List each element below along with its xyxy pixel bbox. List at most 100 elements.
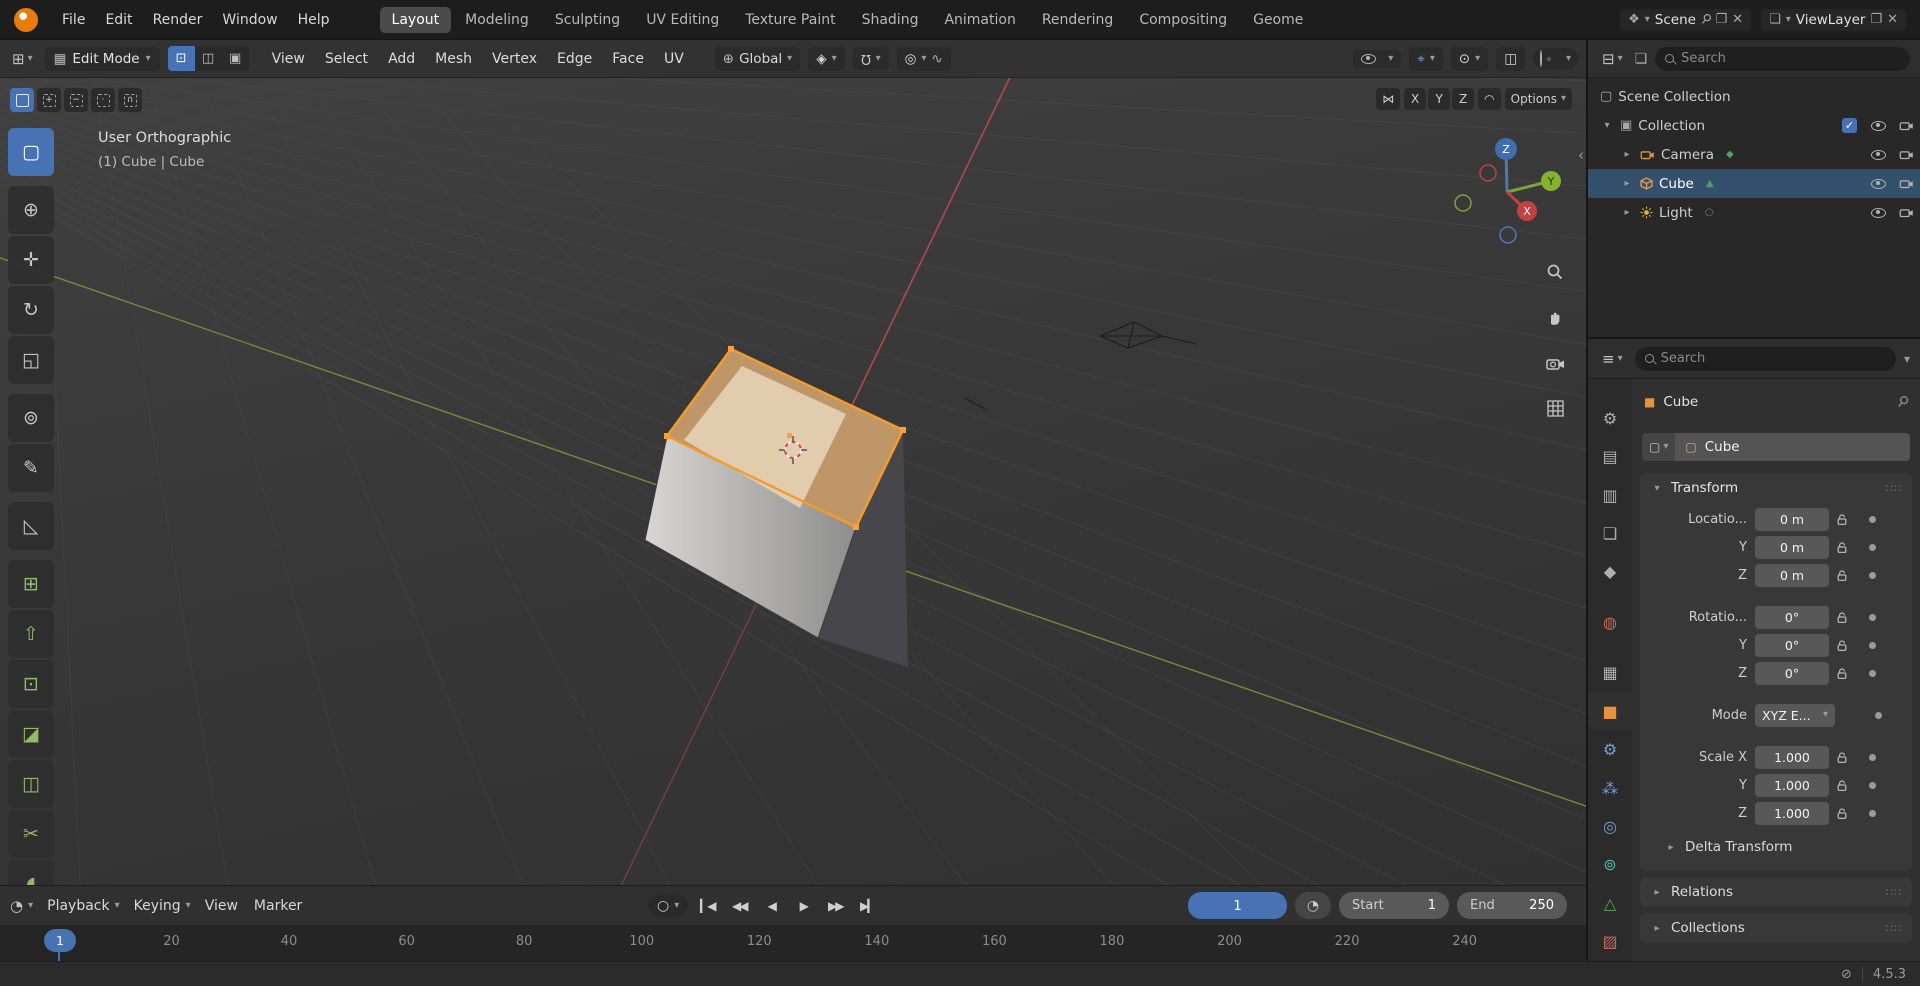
- camera-view-button[interactable]: [1538, 346, 1572, 380]
- options-dropdown[interactable]: Options ▾: [1504, 88, 1572, 110]
- animate-dot[interactable]: [1869, 571, 1876, 579]
- animate-dot[interactable]: [1869, 781, 1876, 789]
- viewport-3d-scene[interactable]: Z Y X: [0, 78, 1586, 885]
- collection-checkbox[interactable]: ✓: [1842, 118, 1857, 133]
- workspace-tab[interactable]: Modeling: [453, 7, 541, 33]
- workspace-tab[interactable]: Shading: [850, 7, 931, 33]
- blender-logo-icon[interactable]: [14, 7, 38, 32]
- pin-icon[interactable]: [1894, 393, 1911, 411]
- disable-render-camera-icon[interactable]: [1899, 207, 1914, 218]
- expand-arrow-icon[interactable]: ▸: [1620, 207, 1634, 218]
- workspace-tab[interactable]: Geome: [1241, 7, 1315, 33]
- viewport-menu-item[interactable]: Face: [603, 47, 653, 71]
- tab-render[interactable]: ▤: [1588, 437, 1632, 475]
- workspace-tab[interactable]: Rendering: [1030, 7, 1126, 33]
- snap-dropdown[interactable]: Ω ▾: [852, 47, 889, 70]
- rotation-mode-dropdown[interactable]: XYZ E... ▾: [1755, 703, 1835, 727]
- drag-handle-icon[interactable]: ∷∷: [1886, 886, 1902, 899]
- viewport-menu-item[interactable]: Add: [379, 47, 424, 71]
- transform-panel-header[interactable]: ▾ Transform ∷∷: [1640, 473, 1912, 503]
- timeline-menu-item[interactable]: Marker: [254, 898, 302, 914]
- jump-to-start-button[interactable]: ▎◀: [694, 894, 720, 918]
- tab-tool[interactable]: ⚙: [1588, 399, 1632, 437]
- outliner-row-light[interactable]: ▸ Light ○: [1588, 198, 1920, 227]
- lock-icon[interactable]: [1829, 541, 1855, 554]
- select-mode-intersect-button[interactable]: ∩: [118, 88, 142, 112]
- outliner-row-collection[interactable]: ▾ ▣ Collection ✓: [1588, 111, 1920, 140]
- delete-scene-icon[interactable]: ✕: [1732, 13, 1743, 26]
- play-reverse-button[interactable]: ◀: [758, 894, 784, 918]
- transform-tool[interactable]: ⊚: [8, 394, 54, 442]
- workspace-tab[interactable]: Sculpting: [543, 7, 632, 33]
- tab-modifiers[interactable]: ⚙: [1588, 730, 1632, 768]
- hide-eye-icon[interactable]: [1871, 207, 1886, 218]
- transform-value-field[interactable]: 0 m: [1755, 563, 1829, 587]
- viewport-menu-item[interactable]: Select: [316, 47, 377, 71]
- bevel-tool[interactable]: ◪: [8, 710, 54, 758]
- navigation-gizmo[interactable]: Z Y X: [1454, 138, 1561, 244]
- empty-object[interactable]: [964, 397, 986, 410]
- lock-icon[interactable]: [1829, 807, 1855, 820]
- extrude-region-tool[interactable]: ⇧: [8, 610, 54, 658]
- auto-keying-toggle[interactable]: ○ ▾: [648, 894, 689, 917]
- select-mode-invert-button[interactable]: ·: [91, 88, 115, 112]
- plane-object[interactable]: [1098, 321, 1197, 349]
- sidebar-toggle-arrow[interactable]: ‹: [1578, 146, 1584, 164]
- outliner-row-scene-collection[interactable]: ▢ Scene Collection: [1588, 82, 1920, 111]
- tab-view-layer[interactable]: ❏: [1588, 514, 1632, 552]
- gizmo-z-negative[interactable]: [1499, 226, 1517, 244]
- annotate-tool[interactable]: ✎: [8, 444, 54, 492]
- lock-icon[interactable]: [1829, 751, 1855, 764]
- browse-object-button[interactable]: ▢ ▾: [1642, 433, 1676, 461]
- workspace-tab[interactable]: UV Editing: [634, 7, 731, 33]
- expand-arrow-icon[interactable]: ▾: [1600, 120, 1614, 131]
- hide-eye-icon[interactable]: [1871, 120, 1886, 131]
- copy-scene-icon[interactable]: ❐: [1716, 13, 1728, 26]
- select-mode-extend-button[interactable]: +: [37, 88, 61, 112]
- transform-value-field[interactable]: 0 m: [1755, 507, 1829, 531]
- tab-collection[interactable]: ▦: [1588, 654, 1632, 692]
- proportional-edit-dropdown[interactable]: ◎ ▾ ∿: [896, 46, 951, 71]
- tab-scene[interactable]: ◆: [1588, 553, 1632, 591]
- play-button[interactable]: ▶: [790, 894, 816, 918]
- toggle-grid-button[interactable]: [1538, 391, 1572, 425]
- timeline-ruler[interactable]: 1 20 40 60 80 100 120 140 160 180 200 220 240: [0, 925, 1586, 961]
- properties-editor-type-button[interactable]: ≡ ▾: [1598, 348, 1627, 370]
- gizmo-y-negative[interactable]: [1454, 194, 1472, 212]
- tab-output[interactable]: ▥: [1588, 476, 1632, 514]
- tab-physics[interactable]: ◎: [1588, 807, 1632, 845]
- disable-render-camera-icon[interactable]: [1899, 120, 1914, 131]
- tab-data[interactable]: △: [1588, 884, 1632, 922]
- pan-hand-button[interactable]: [1538, 301, 1572, 335]
- transform-orientation-dropdown[interactable]: ⊕ Global ▾: [714, 46, 801, 71]
- animate-dot[interactable]: [1869, 641, 1876, 649]
- poly-build-tool[interactable]: ◖: [8, 860, 54, 885]
- topbar-menu-item[interactable]: Window: [212, 8, 287, 32]
- animate-dot[interactable]: [1869, 543, 1876, 551]
- current-frame-field[interactable]: 1: [1188, 892, 1287, 920]
- measure-tool[interactable]: ◺: [8, 502, 54, 550]
- tab-texture[interactable]: ▨: [1588, 922, 1632, 960]
- xray-toggle[interactable]: ◫: [1496, 46, 1525, 71]
- animate-dot[interactable]: [1869, 515, 1876, 523]
- playhead[interactable]: 1: [44, 929, 76, 953]
- expand-arrow-icon[interactable]: ▸: [1620, 178, 1634, 189]
- delta-transform-subpanel[interactable]: ▸ Delta Transform: [1640, 833, 1912, 861]
- animate-dot[interactable]: [1869, 809, 1876, 817]
- workspace-tab[interactable]: Animation: [932, 7, 1027, 33]
- scene-selector[interactable]: ❖ ▾ Scene ⚲ ❐ ✕: [1620, 8, 1752, 31]
- topbar-menu-item[interactable]: File: [52, 8, 95, 32]
- outliner-filter-icon[interactable]: ❏: [1635, 52, 1648, 66]
- lock-icon[interactable]: [1829, 569, 1855, 582]
- copy-viewlayer-icon[interactable]: ❐: [1870, 13, 1882, 26]
- tab-object[interactable]: ■: [1588, 691, 1632, 731]
- frame-start-field[interactable]: Start 1: [1339, 892, 1449, 920]
- select-box-tool[interactable]: ▢: [8, 128, 54, 176]
- disable-render-camera-icon[interactable]: [1899, 149, 1914, 160]
- delete-viewlayer-icon[interactable]: ✕: [1887, 13, 1898, 26]
- inset-faces-tool[interactable]: ⊡: [8, 660, 54, 708]
- outliner-row-cube[interactable]: ▸ Cube ▲: [1588, 169, 1920, 198]
- viewport-menu-item[interactable]: Vertex: [483, 47, 546, 71]
- object-name-field[interactable]: ▢ Cube: [1675, 433, 1910, 461]
- timeline-editor-type-button[interactable]: ◔ ▾: [10, 897, 33, 915]
